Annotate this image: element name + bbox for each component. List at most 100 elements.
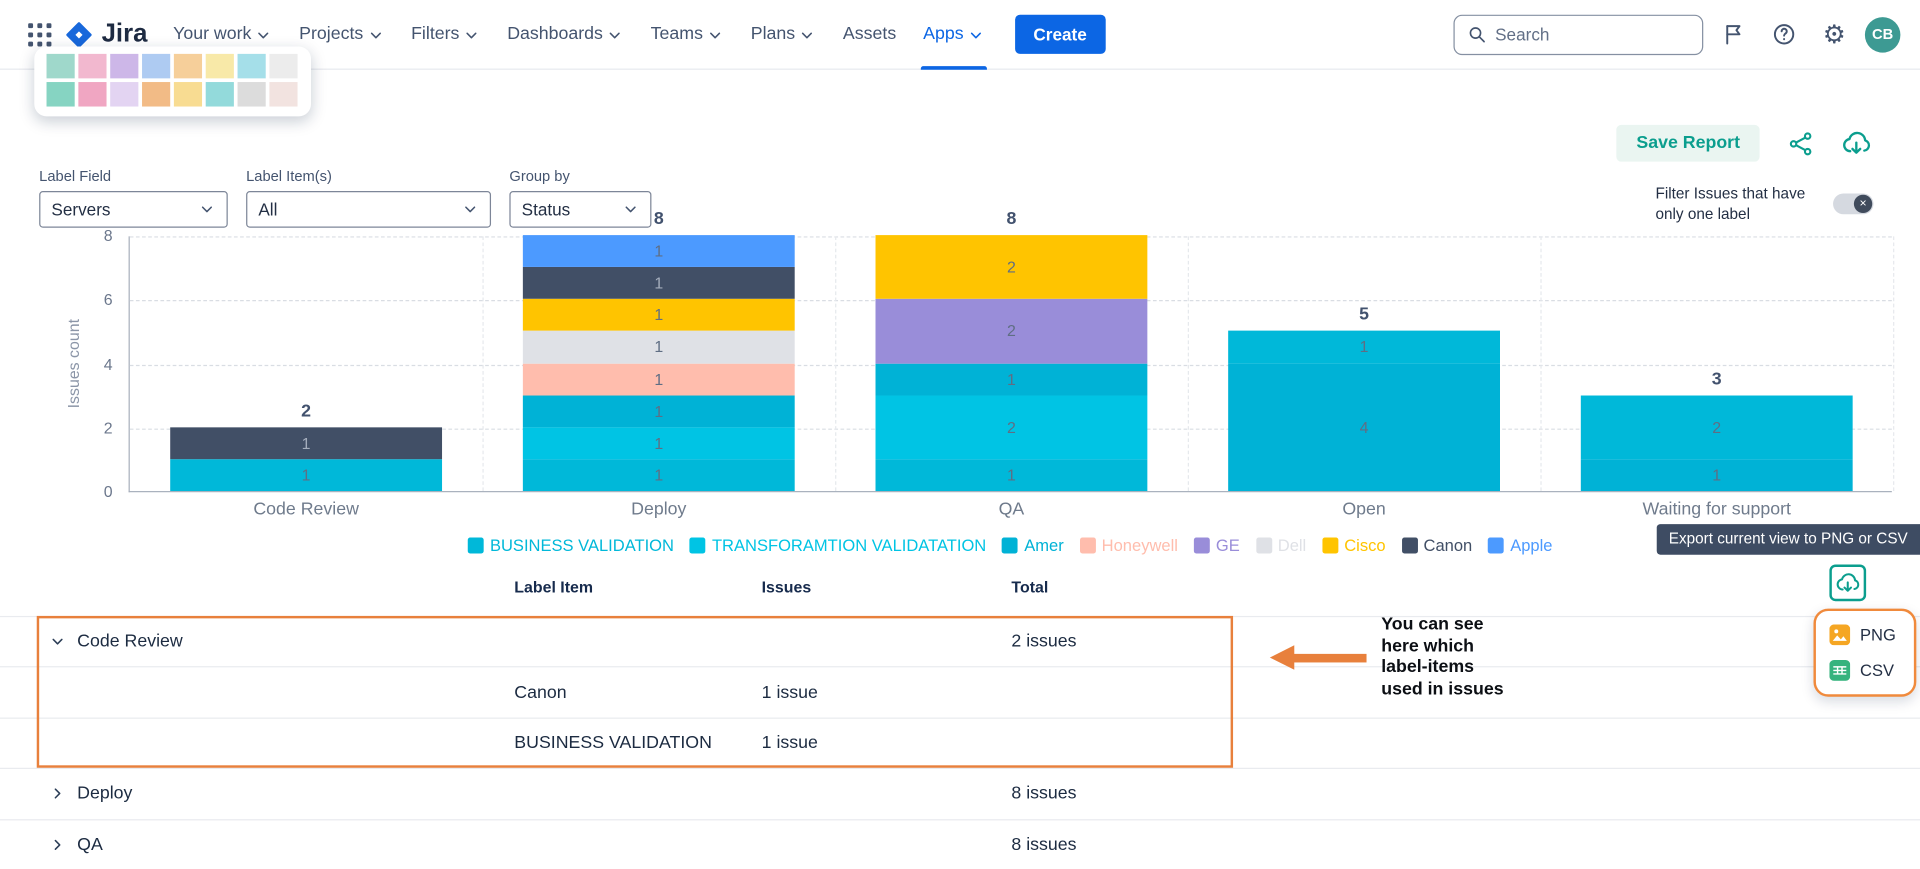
legend-item-ge[interactable]: GE <box>1194 536 1240 554</box>
avatar[interactable]: CB <box>1865 17 1901 53</box>
chevron-down-icon[interactable] <box>49 633 66 650</box>
settings-gear-icon[interactable]: ⚙ <box>1815 15 1854 54</box>
nav-item-label: Assets <box>843 24 896 44</box>
bar-segment-business-validation[interactable]: 1 <box>876 459 1148 491</box>
bar-segment-cisco[interactable]: 1 <box>523 299 795 331</box>
single-label-filter-label: Filter Issues that have only one label <box>1656 184 1821 225</box>
download-cloud-icon[interactable] <box>1842 129 1871 158</box>
bar-segment-transforamtion-validatation[interactable]: 2 <box>876 395 1148 459</box>
legend-swatch <box>1256 538 1272 554</box>
bar-segment-business-validation[interactable]: 2 <box>1581 395 1853 459</box>
bar-segment-amer[interactable]: 1 <box>523 395 795 427</box>
legend-item-transforamtion-validatation[interactable]: TRANSFORAMTION VALIDATATION <box>690 536 986 554</box>
bar-segment-dell[interactable]: 1 <box>523 331 795 363</box>
gear-glyph: ⚙ <box>1823 21 1846 47</box>
issues-link[interactable]: 1 issue <box>762 733 818 753</box>
annotation-line: label-items <box>1381 658 1503 679</box>
segment-value-label: 1 <box>1581 466 1853 484</box>
annotation-text: You can seehere whichlabel-itemsused in … <box>1381 615 1503 701</box>
bar-segment-apple[interactable]: 1 <box>523 235 795 267</box>
table-row-code-review[interactable]: Code Review2 issues <box>0 617 1920 668</box>
legend-item-honeywell[interactable]: Honeywell <box>1080 536 1178 554</box>
palette-row <box>47 54 299 78</box>
segment-value-label: 2 <box>876 322 1148 340</box>
bar-segment-ge[interactable]: 2 <box>876 299 1148 363</box>
legend-item-amer[interactable]: Amer <box>1002 536 1064 554</box>
chevron-down-icon <box>463 27 480 44</box>
create-button[interactable]: Create <box>1015 15 1105 54</box>
bar-segment-amer[interactable]: 1 <box>876 363 1148 395</box>
color-palette-thumbnail <box>34 47 311 117</box>
bar-segment-canon[interactable]: 1 <box>523 267 795 299</box>
bar-segment-honeywell[interactable]: 1 <box>523 363 795 395</box>
bar-column-qa: 121228QA <box>835 235 1188 491</box>
chevron-right-icon[interactable] <box>49 836 66 853</box>
legend-item-dell[interactable]: Dell <box>1256 536 1307 554</box>
nav-item-filters[interactable]: Filters <box>398 0 494 69</box>
palette-swatch <box>78 82 106 106</box>
table-header: Label Item Issues Total <box>0 578 1920 602</box>
bar-segment-business-validation[interactable]: 1 <box>1228 331 1500 363</box>
legend-item-business-validation[interactable]: BUSINESS VALIDATION <box>468 536 674 554</box>
legend-item-apple[interactable]: Apple <box>1488 536 1552 554</box>
nav-item-label: Projects <box>299 24 363 44</box>
chevron-right-icon[interactable] <box>49 785 66 802</box>
nav-item-label: Plans <box>751 24 795 44</box>
legend-item-canon[interactable]: Canon <box>1401 536 1472 554</box>
legend-swatch <box>468 538 484 554</box>
legend-swatch <box>1488 538 1504 554</box>
palette-swatch <box>238 54 266 78</box>
bar-segment-cisco[interactable]: 2 <box>876 235 1148 299</box>
bar-segment-canon[interactable]: 1 <box>170 427 442 459</box>
bar-segment-amer[interactable]: 4 <box>1228 363 1500 491</box>
save-report-button[interactable]: Save Report <box>1617 125 1760 162</box>
nav-item-assets[interactable]: Assets <box>829 0 909 69</box>
bar-segment-transforamtion-validatation[interactable]: 1 <box>523 427 795 459</box>
palette-swatch <box>78 54 106 78</box>
label-field-select[interactable]: Servers <box>39 191 228 228</box>
segment-value-label: 1 <box>170 466 442 484</box>
column-header-issues: Issues <box>762 578 812 596</box>
bar-qa[interactable]: 12122 <box>876 235 1148 491</box>
export-menu-item-png[interactable]: PNG <box>1816 617 1914 653</box>
export-view-button[interactable] <box>1829 564 1866 601</box>
chart-legend: BUSINESS VALIDATION TRANSFORAMTION VALIDA… <box>129 536 1892 554</box>
bar-total-label: 5 <box>1188 305 1541 325</box>
table-row-deploy[interactable]: Deploy8 issues <box>0 769 1920 820</box>
bar-deploy[interactable]: 11111111 <box>523 235 795 491</box>
nav-item-plans[interactable]: Plans <box>737 0 829 69</box>
nav-item-label: Apps <box>923 24 963 44</box>
table-row-qa[interactable]: QA8 issues <box>0 820 1920 869</box>
jira-label-report-page: Jira Your workProjectsFiltersDashboardsT… <box>0 0 1920 869</box>
nav-item-apps[interactable]: Apps <box>910 0 998 69</box>
label-field-label: Label Field <box>39 168 228 185</box>
legend-label: BUSINESS VALIDATION <box>490 536 674 554</box>
legend-item-cisco[interactable]: Cisco <box>1322 536 1385 554</box>
search-input[interactable] <box>1495 24 1690 44</box>
legend-swatch <box>1401 538 1417 554</box>
group-total: 8 issues <box>1011 835 1076 855</box>
chevron-down-icon <box>799 27 816 44</box>
single-label-toggle[interactable]: × <box>1833 194 1873 215</box>
palette-swatch <box>174 54 202 78</box>
group-total: 2 issues <box>1011 632 1076 652</box>
bar-waiting-for-support[interactable]: 12 <box>1581 395 1853 491</box>
nav-item-teams[interactable]: Teams <box>637 0 737 69</box>
export-menu-item-csv[interactable]: CSV <box>1816 653 1914 689</box>
segment-value-label: 1 <box>876 370 1148 388</box>
feedback-flag-icon[interactable] <box>1714 15 1753 54</box>
legend-label: Dell <box>1278 536 1306 554</box>
nav-item-label: Dashboards <box>507 24 603 44</box>
label-items-select[interactable]: All <box>246 191 491 228</box>
bar-segment-business-validation[interactable]: 1 <box>170 459 442 491</box>
share-icon[interactable] <box>1787 129 1815 157</box>
bar-open[interactable]: 41 <box>1228 331 1500 491</box>
issues-link[interactable]: 1 issue <box>762 683 818 703</box>
jira-logo[interactable]: Jira <box>64 19 148 50</box>
bar-segment-amer[interactable]: 1 <box>1581 459 1853 491</box>
nav-item-dashboards[interactable]: Dashboards <box>494 0 637 69</box>
help-icon[interactable] <box>1764 15 1803 54</box>
bar-code-review[interactable]: 11 <box>170 427 442 491</box>
legend-swatch <box>1322 538 1338 554</box>
bar-segment-business-validation[interactable]: 1 <box>523 459 795 491</box>
